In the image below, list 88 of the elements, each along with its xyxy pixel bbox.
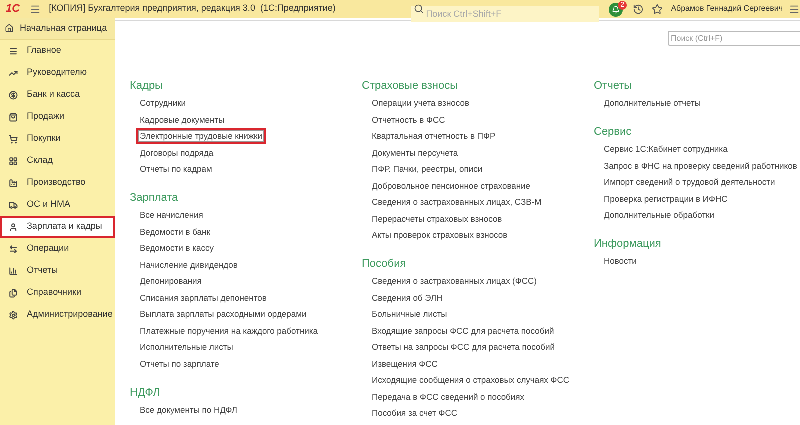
star-icon[interactable] xyxy=(652,4,664,14)
section-heading: Зарплата xyxy=(130,191,178,206)
menu-link[interactable]: Платежные поручения на каждого работника xyxy=(140,324,318,337)
history-icon[interactable] xyxy=(633,4,644,14)
home-icon xyxy=(5,24,14,33)
cart-icon xyxy=(9,134,18,144)
trend-icon xyxy=(9,68,18,78)
search-field[interactable]: Поиск (Ctrl+F) xyxy=(668,31,800,46)
global-search-field[interactable]: Поиск Ctrl+Shift+F xyxy=(411,6,600,22)
section-heading: НДФЛ xyxy=(130,386,160,400)
factory-icon xyxy=(9,178,18,188)
sidebar-item[interactable]: Главное xyxy=(0,40,115,62)
sidebar-item[interactable]: Отчеты xyxy=(0,260,115,282)
menu-icon[interactable] xyxy=(30,4,42,14)
window-title: [КОПИЯ] Бухгалтерия предприятия, редакция 3.0 (1С:Предприятие) xyxy=(49,2,336,16)
sidebar-item[interactable]: Склад xyxy=(0,150,115,172)
menu-icon[interactable] xyxy=(789,4,800,14)
sidebar-item[interactable]: Справочники xyxy=(0,282,115,304)
bell-icon xyxy=(612,6,620,14)
menu-link[interactable]: Депонирования xyxy=(140,275,202,288)
arrows-icon xyxy=(9,244,18,254)
section-heading: Кадры xyxy=(130,79,163,94)
menu-link[interactable]: Новости xyxy=(604,255,637,268)
menu-link[interactable]: Ответы на запросы ФСС для расчета пособий xyxy=(372,341,556,354)
menu-link[interactable]: Сервис 1С:Кабинет сотрудника xyxy=(604,143,728,156)
menu-link[interactable]: Дополнительные отчеты xyxy=(604,97,701,110)
bar-chart-icon xyxy=(9,266,18,276)
menu-link[interactable]: Извещения ФСС xyxy=(372,358,438,370)
person-icon xyxy=(9,222,18,232)
menu-link[interactable]: Операции учета взносов xyxy=(372,97,470,110)
menu-link[interactable]: Отчеты по кадрам xyxy=(140,163,212,176)
menu-link[interactable]: Начисление дивидендов xyxy=(140,258,238,271)
menu-link[interactable]: Запрос в ФНС на проверку сведений работников xyxy=(604,160,798,172)
menu-link[interactable]: Списания зарплаты депонентов xyxy=(140,292,267,304)
app-logo[interactable]: 1С xyxy=(6,4,20,14)
sidebar-item[interactable]: Администрирование xyxy=(0,304,115,326)
menu-link[interactable]: Ведомости в банк xyxy=(140,226,210,238)
section-heading: Сервис xyxy=(594,125,632,140)
sidebar-item[interactable]: Продажи xyxy=(0,106,115,128)
home-tab[interactable]: Начальная страница xyxy=(0,18,115,40)
menu-link[interactable]: Дополнительные обработки xyxy=(604,209,714,222)
user-name[interactable]: Абрамов Геннадий Сергеевич xyxy=(671,3,783,15)
files-icon xyxy=(9,288,18,298)
menu-link[interactable]: Входящие запросы ФСС для расчета пособий xyxy=(372,324,554,337)
menu-link[interactable]: Импорт сведений о трудовой деятельности xyxy=(604,176,776,188)
menu-link[interactable]: Пособия за счет ФСС xyxy=(372,407,458,420)
bag-icon xyxy=(9,112,18,122)
menu-link[interactable]: Кадровые документы xyxy=(140,114,225,126)
menu-link[interactable]: Отчетность в ФСС xyxy=(372,114,446,126)
menu-link[interactable]: Перерасчеты страховых взносов xyxy=(372,212,502,225)
coin-icon xyxy=(9,90,18,100)
menu-link[interactable]: Исполнительные листы xyxy=(140,341,234,354)
sidebar-item[interactable]: Руководителю xyxy=(0,62,115,84)
settings-icon xyxy=(9,310,18,320)
menu-link[interactable]: Все документы по НДФЛ xyxy=(140,404,238,416)
sidebar-item[interactable]: Производство xyxy=(0,172,115,194)
section-heading: Страховые взносы xyxy=(362,79,458,94)
section-heading: Информация xyxy=(594,237,662,252)
menu-link[interactable]: Передача в ФСС сведений о пособиях xyxy=(372,390,525,403)
menu-link[interactable]: Документы персучета xyxy=(372,146,458,159)
section-heading: Пособия xyxy=(362,257,406,272)
menu-link[interactable]: Акты проверок страховых взносов xyxy=(372,229,508,242)
sidebar-item[interactable]: Покупки xyxy=(0,128,115,150)
sidebar-item[interactable]: Операции xyxy=(0,238,115,260)
menu-link[interactable]: Все начисления xyxy=(140,209,204,222)
menu-link[interactable]: Договоры подряда xyxy=(140,146,214,159)
menu-link[interactable]: ПФР. Пачки, реестры, описи xyxy=(372,163,483,176)
menu-link[interactable]: Квартальная отчетность в ПФР xyxy=(372,130,496,142)
list-icon xyxy=(9,46,18,56)
grid-icon xyxy=(9,156,18,166)
menu-link[interactable]: Отчеты по зарплате xyxy=(140,358,220,370)
menu-link[interactable]: Сотрудники xyxy=(140,97,186,110)
menu-link[interactable]: Сведения о застрахованных лицах, СЗВ-М xyxy=(372,196,542,208)
menu-link[interactable]: Больничные листы xyxy=(372,308,448,320)
menu-link[interactable]: Исходящие сообщения о страховых случаях ФСС xyxy=(372,374,570,386)
search-icon xyxy=(414,4,424,14)
menu-link[interactable]: Электронные трудовые книжки xyxy=(136,128,266,144)
sidebar-item[interactable]: Банк и касса xyxy=(0,84,115,106)
menu-link[interactable]: Выплата зарплаты расходными ордерами xyxy=(140,308,307,320)
menu-link[interactable]: Проверка регистрации в ИФНС xyxy=(604,192,728,205)
section-heading: Отчеты xyxy=(594,79,632,94)
menu-link[interactable]: Добровольное пенсионное страхование xyxy=(372,180,531,192)
truck-icon xyxy=(9,200,18,210)
menu-link[interactable]: Ведомости в кассу xyxy=(140,242,214,254)
sidebar-item[interactable]: ОС и НМА xyxy=(0,194,115,216)
menu-link[interactable]: Сведения об ЭЛН xyxy=(372,292,443,304)
sidebar-item[interactable]: Зарплата и кадры xyxy=(0,216,115,238)
menu-link[interactable]: Сведения о застрахованных лицах (ФСС) xyxy=(372,275,537,288)
